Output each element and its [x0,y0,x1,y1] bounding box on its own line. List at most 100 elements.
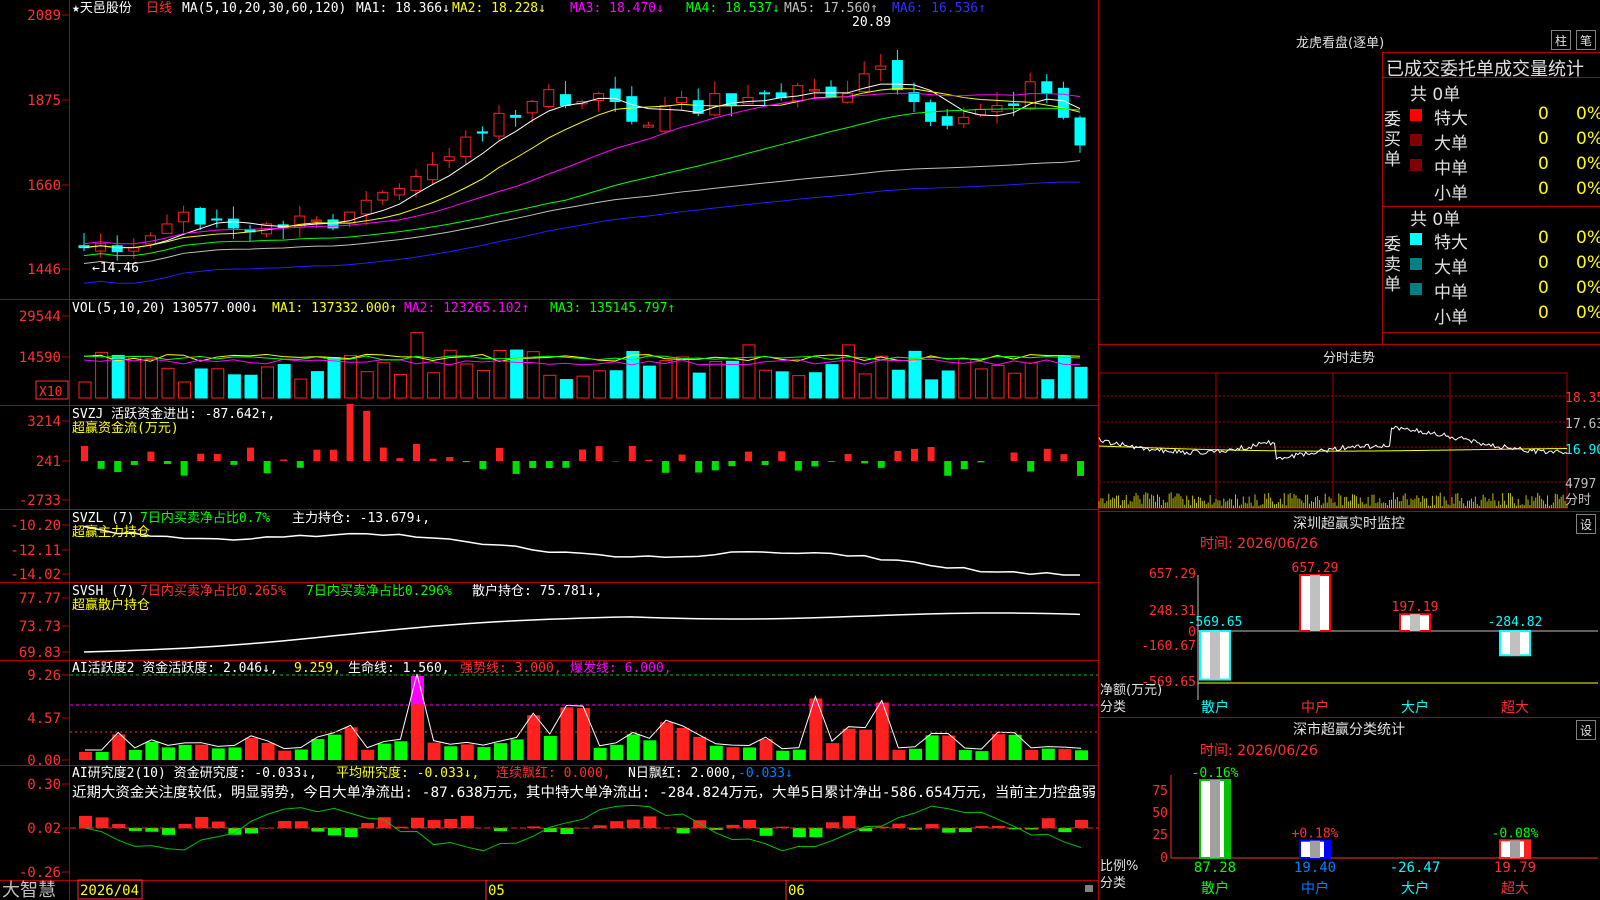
candle-body [310,219,322,222]
candle-body [1074,117,1086,146]
ai1-bar [776,750,790,760]
volume-bar [709,361,723,399]
kline-layer[interactable] [78,49,1086,261]
ai1-bar [311,739,325,760]
scfl-bar-shade [1310,840,1320,858]
ai2-bar [560,828,574,835]
ai2-description: 近期大资金关注度较低，明显弱势，今日大单净流出: -87.638万元，其中特大单… [72,784,1096,801]
buy-total: 共 0单 [1410,85,1461,105]
scfl-bottom-label: 87.28 [1194,860,1236,876]
lhb-subtitle: 已成交委托单成交量统计 [1386,59,1584,80]
period-label: 日线 [146,1,172,16]
ai1-bar [992,734,1005,760]
svzj-bar [877,461,885,468]
svzj-bar [379,447,387,461]
volume-bars [78,332,1088,399]
ai2-bar [892,823,906,828]
scfl-time: 时间: 2026/06/26 [1200,743,1318,759]
ai2-bar [427,820,441,828]
volume-bar [825,364,839,399]
sell-row-percent: 0% [1576,253,1600,273]
bar-mode-button[interactable]: 柱 [1551,30,1571,50]
color-swatch [1410,134,1422,146]
ai1-bar [211,748,225,760]
ai1-bar [693,736,707,760]
lock-icon[interactable] [1085,885,1093,892]
scfl-bottom-label: 19.40 [1294,860,1336,876]
ai2-bar [676,828,690,834]
szjk-settings-button[interactable]: 设 [1576,514,1596,534]
scfl-bar-group [1499,839,1531,859]
candle-body [526,101,538,114]
sell-side-label: 委卖单 [1384,235,1401,295]
ai1-bar [676,727,690,760]
volume-bar [1074,366,1088,399]
volume-bar [227,374,241,399]
volume-bar [559,379,573,399]
volume-bar [1057,355,1071,399]
volume-bar [593,370,607,399]
volume-bar [360,371,374,399]
svzj-bar [130,461,138,465]
svzj-bar [479,461,487,470]
price-axis-label: 1660 [27,178,61,194]
ma-params: MA(5,10,20,30,60,120) [182,1,346,16]
svzj-bar [496,447,503,461]
ai2-bar [543,828,557,832]
buy-row: 大单 0 0% [1410,129,1600,154]
vol-ma-line [83,353,1081,362]
svzj-bar [346,403,354,461]
scfl-settings-button[interactable]: 设 [1576,720,1596,740]
candle-body [808,89,820,92]
chart-canvas[interactable]: 2089 1875 1660 1446 29544 14590 3214 241… [0,0,1600,900]
scfl-axis-label: 0 [1160,851,1168,866]
svzj-bar [330,449,337,461]
stock-name: ★天邑股份 [72,1,132,16]
ai2-bar [444,818,458,828]
ai1-bar [610,744,624,760]
svzj-bar [230,461,238,465]
sell-row-name: 特大 [1434,233,1468,253]
tick-mode-button[interactable]: 笔 [1576,30,1596,50]
ai1-bar [1075,750,1088,760]
candle-body [1041,81,1053,95]
svzj-bar [1010,452,1018,461]
ai2-bar [195,816,209,828]
volume-bar [991,364,1005,399]
svzj-bar [147,451,155,461]
svzj-axis-label: 3214 [27,414,61,430]
candle-body [676,97,688,104]
ai1-bar [975,751,989,760]
ai1-bar [361,749,375,760]
volume-bar [642,365,656,399]
ai2-bar [792,828,806,838]
svsh-line [83,612,1081,653]
volume-bar [543,374,557,399]
price-axis-label: 1875 [27,93,61,109]
volume-bar [1008,372,1022,399]
svzl-line [83,525,1081,576]
date-label-start: 2026/04 [80,883,139,899]
svzj-bar [545,461,553,469]
vol-ma3: MA3: 135145.797↑ [550,301,675,316]
volume-bar [144,358,158,399]
price-axis-label: 2089 [27,8,61,24]
vol-ma1: MA1: 137332.000↑ [272,301,397,316]
ai1-v3: 生命线: 1.560, [348,660,450,676]
sell-total: 共 0单 [1410,210,1461,230]
fenshi-title: 分时走势 [1323,350,1375,366]
ai1-bar [195,744,209,760]
svzj-bar [529,461,537,468]
ai2-bar [743,819,756,828]
szjk-bar-shade [1210,631,1220,680]
svzj-bar [1043,448,1051,461]
szjk-ylabel: 净额(万元) [1100,683,1162,698]
ai1-bar [278,750,292,760]
svzj-bar [446,457,454,461]
scfl-top-label: -0.16% [1192,766,1239,781]
ai1-bar [743,747,756,760]
szjk-bar-group [1199,630,1231,681]
svzj-bar [579,449,586,461]
svzj-bar [711,461,719,471]
candle-body [161,223,173,234]
